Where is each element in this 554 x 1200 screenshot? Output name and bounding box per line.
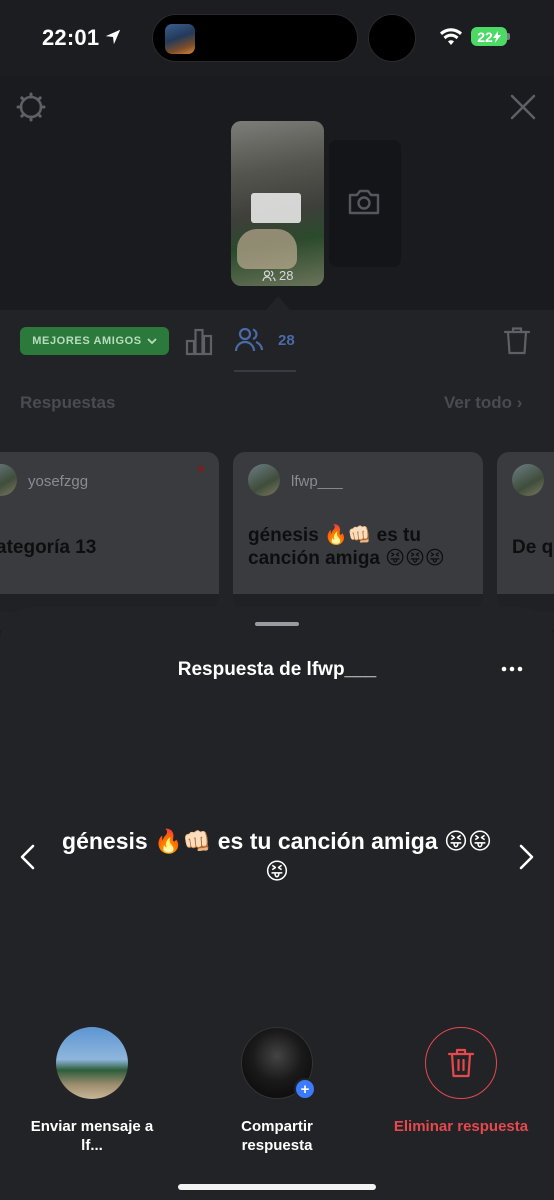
chevron-right-icon[interactable] (514, 843, 538, 871)
bar-chart-icon[interactable] (184, 326, 214, 356)
more-options-icon[interactable] (499, 660, 525, 678)
chevron-down-icon (147, 337, 157, 344)
sheet-grabber[interactable] (255, 622, 299, 626)
response-text: De q (512, 537, 554, 558)
status-bar: 22:01 22 (0, 0, 554, 76)
viewers-tab[interactable]: 28 (234, 326, 295, 354)
share-response-label: Compartir respuesta (241, 1118, 313, 1154)
response-card[interactable]: lfwp___ génesis 🔥👊🏻 es tu canción amiga … (233, 452, 483, 612)
response-card[interactable]: yosefzgg ategoría 13 (0, 452, 219, 612)
response-text: ategoría 13 (0, 537, 97, 558)
sheet-title: Respuesta de lfwp___ (177, 659, 377, 680)
battery-tip (507, 33, 510, 40)
plus-icon: + (294, 1078, 316, 1100)
send-message-action[interactable]: Enviar mensaje a lf... (22, 1027, 162, 1155)
story-thumbnail[interactable] (231, 121, 324, 286)
charging-bolt-icon (492, 30, 501, 43)
chevron-right-icon: › (516, 393, 523, 412)
see-all-label: Ver todo (444, 393, 513, 412)
location-arrow-icon (105, 29, 121, 45)
response-text: génesis 🔥👊🏻 es tu canción amiga 😝😝😝 (248, 525, 445, 569)
audience-chip-label: MEJORES AMIGOS (32, 335, 142, 347)
avatar (0, 464, 17, 496)
delete-button-circle (425, 1027, 497, 1099)
own-avatar: + (241, 1027, 316, 1100)
settings-gear-icon[interactable] (16, 92, 46, 122)
recipient-avatar (56, 1027, 128, 1099)
response-username: lfwp___ (291, 473, 343, 490)
home-indicator[interactable] (178, 1184, 376, 1190)
chevron-left-icon[interactable] (16, 843, 40, 871)
share-response-action[interactable]: + Compartir respuesta (207, 1027, 347, 1155)
viewers-icon (262, 269, 276, 281)
wifi-icon (440, 28, 462, 45)
trash-icon (447, 1048, 475, 1078)
delete-response-action[interactable]: Eliminar respuesta (391, 1027, 531, 1136)
delete-response-label: Eliminar respuesta (393, 1118, 529, 1135)
responses-heading: Respuestas (20, 393, 116, 412)
selection-pointer (266, 296, 290, 310)
active-tab-indicator (234, 370, 296, 372)
audience-chip[interactable]: MEJORES AMIGOS (20, 327, 169, 355)
story-viewer-count-value: 28 (279, 268, 294, 283)
unread-indicator (198, 466, 204, 472)
battery-indicator: 22 (471, 27, 507, 46)
story-photo-detail (237, 229, 297, 269)
trash-icon[interactable] (503, 326, 531, 356)
screen: 22:01 22 28 MEJORES AMIGOS 28 Respuestas… (0, 0, 554, 1200)
story-sticker (251, 193, 301, 223)
status-time: 22:01 (42, 25, 100, 50)
people-icon (234, 327, 264, 352)
close-icon[interactable] (508, 92, 538, 122)
story-viewer-count: 28 (262, 268, 293, 283)
send-message-label: Enviar mensaje a lf... (30, 1118, 154, 1154)
viewers-tab-count: 28 (278, 331, 295, 349)
dynamic-island[interactable] (152, 14, 358, 62)
now-playing-thumbnail (165, 24, 195, 54)
response-answer-text: génesis 🔥👊🏻 es tu canción amiga 😝😝😝 (62, 828, 492, 884)
response-username: yosefzgg (28, 473, 89, 490)
avatar (248, 464, 280, 496)
avatar (512, 464, 544, 496)
battery-level: 22 (477, 28, 493, 45)
camera-icon (348, 189, 380, 215)
see-all-link[interactable]: Ver todo › (444, 393, 522, 413)
front-camera-cutout (368, 14, 416, 62)
response-card[interactable]: De q (497, 452, 554, 612)
